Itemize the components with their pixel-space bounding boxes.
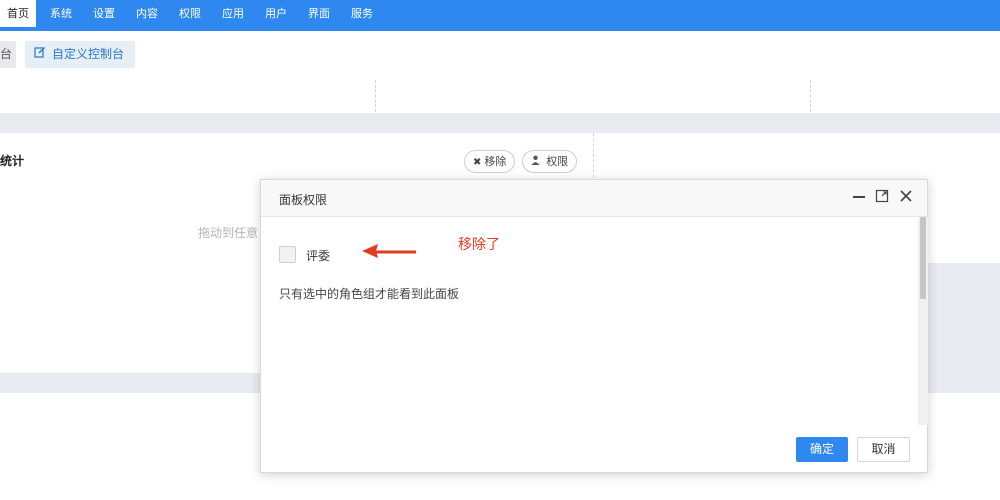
dialog-header: 面板权限	[261, 180, 927, 217]
permission-label: 权限	[546, 155, 569, 168]
console-button-label: 台	[0, 47, 13, 61]
nav-item-interface[interactable]: 界面	[301, 0, 337, 27]
edit-icon	[34, 41, 48, 68]
cancel-button[interactable]: 取消	[857, 437, 910, 462]
annotation-arrow-icon	[362, 244, 416, 258]
scroll-thumb[interactable]	[920, 217, 926, 299]
nav-item-home[interactable]: 首页	[0, 0, 36, 27]
nav-item-service[interactable]: 服务	[344, 0, 380, 27]
console-button-partial[interactable]: 台	[0, 41, 16, 68]
panel-permission-button[interactable]: 权限	[522, 150, 578, 173]
panel-permission-dialog: 面板权限 评委 只有选中的角色组才能看到此面板 确定 取消	[260, 179, 928, 473]
nav-item-settings[interactable]: 设置	[86, 0, 122, 27]
dialog-title: 面板权限	[279, 193, 328, 207]
nav-item-user[interactable]: 用户	[258, 0, 294, 27]
annotation-text: 移除了	[458, 237, 500, 253]
grid-divider	[375, 80, 376, 112]
nav-item-permission[interactable]: 权限	[172, 0, 208, 27]
permission-note: 只有选中的角色组才能看到此面板	[279, 287, 460, 301]
custom-console-button[interactable]: 自定义控制台	[25, 41, 135, 68]
nav-item-system[interactable]: 系统	[43, 0, 79, 27]
maximize-icon[interactable]	[875, 189, 889, 208]
panel-separator-band	[0, 113, 1000, 133]
user-icon	[531, 155, 543, 168]
minimize-icon[interactable]	[852, 189, 866, 208]
dialog-scrollbar[interactable]	[918, 217, 928, 425]
panel-drop-area	[928, 263, 1000, 373]
close-icon[interactable]	[899, 189, 913, 208]
role-checkbox-label: 评委	[306, 249, 331, 263]
panel-title: 统计	[0, 154, 25, 168]
top-nav-bar: 首页 系统 设置 内容 权限 应用 用户 界面 服务	[0, 0, 1000, 31]
remove-panel-button[interactable]: ✖ 移除	[464, 150, 516, 173]
nav-item-app[interactable]: 应用	[215, 0, 251, 27]
role-checkbox-judge[interactable]	[279, 246, 296, 263]
remove-label: 移除	[484, 155, 507, 168]
custom-console-label: 自定义控制台	[52, 47, 125, 61]
grid-divider	[593, 133, 594, 183]
nav-item-content[interactable]: 内容	[129, 0, 165, 27]
grid-divider	[810, 80, 811, 112]
times-icon: ✖	[473, 157, 482, 168]
drag-hint: 拖动到任意	[198, 226, 259, 240]
confirm-button[interactable]: 确定	[796, 437, 848, 462]
